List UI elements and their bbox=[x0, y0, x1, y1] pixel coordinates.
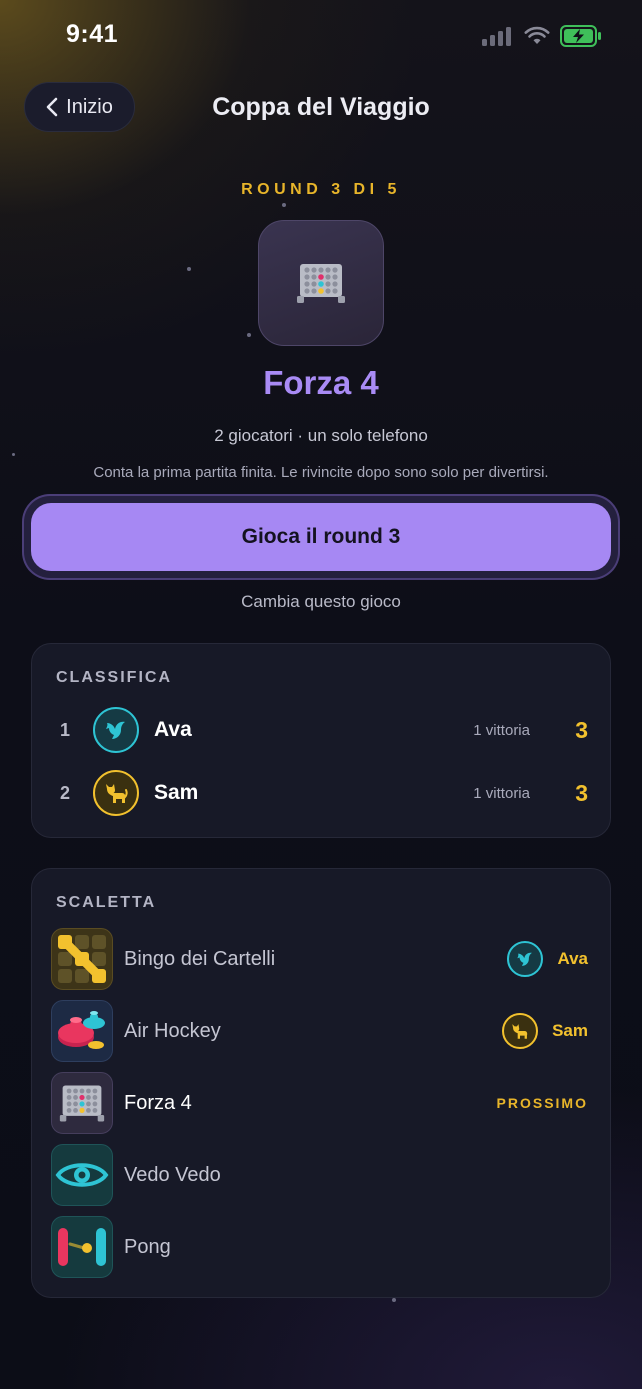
schedule-item-name: Pong bbox=[124, 1235, 171, 1258]
schedule-item-name: Bingo dei Cartelli bbox=[124, 947, 276, 970]
signal-icon bbox=[482, 27, 511, 46]
player-wins: 1 vittoria bbox=[473, 721, 530, 739]
air-hockey-icon bbox=[51, 1000, 113, 1062]
wifi-icon bbox=[524, 26, 550, 44]
schedule-item[interactable]: Vedo Vedo bbox=[32, 1144, 612, 1206]
avatar bbox=[502, 1013, 539, 1049]
schedule-card: SCALETTA Bingo dei Cartelli Ava Air Hock… bbox=[31, 868, 611, 1298]
avatar bbox=[507, 941, 544, 977]
status-time: 9:41 bbox=[66, 20, 119, 48]
leaderboard-title: CLASSIFICA bbox=[56, 669, 172, 686]
schedule-title: SCALETTA bbox=[56, 894, 157, 911]
schedule-winner: Ava bbox=[507, 941, 588, 977]
rank-number: 2 bbox=[60, 782, 71, 803]
decorative-dot bbox=[392, 1298, 396, 1302]
cat-icon bbox=[106, 784, 128, 803]
change-game-link[interactable]: Cambia questo gioco bbox=[0, 592, 642, 612]
player-name: Ava bbox=[154, 718, 192, 741]
bingo-grid-icon bbox=[51, 928, 113, 990]
schedule-item-name: Vedo Vedo bbox=[124, 1163, 221, 1186]
bird-icon bbox=[517, 952, 533, 966]
schedule-item-name: Forza 4 bbox=[124, 1091, 192, 1114]
schedule-winner: Sam bbox=[502, 1013, 588, 1049]
battery-charging-icon bbox=[560, 25, 601, 47]
next-badge: PROSSIMO bbox=[496, 1095, 588, 1111]
leaderboard-row: 1 Ava 1 vittoria 3 bbox=[32, 705, 612, 755]
winner-name: Ava bbox=[557, 949, 588, 968]
avatar bbox=[93, 707, 139, 753]
cat-icon bbox=[512, 1024, 528, 1039]
player-wins: 1 vittoria bbox=[473, 784, 530, 802]
bird-icon bbox=[106, 721, 125, 739]
decorative-dot bbox=[12, 453, 15, 456]
avatar bbox=[93, 770, 139, 816]
pong-icon bbox=[51, 1216, 113, 1278]
player-score: 3 bbox=[575, 779, 588, 806]
decorative-dot bbox=[187, 267, 191, 271]
connect-four-icon bbox=[51, 1072, 113, 1134]
connect-four-icon bbox=[297, 264, 345, 303]
round-label: ROUND 3 DI 5 bbox=[241, 181, 401, 198]
schedule-item-name: Air Hockey bbox=[124, 1019, 221, 1042]
leaderboard-row: 2 Sam 1 vittoria 3 bbox=[32, 768, 612, 818]
current-game-tile bbox=[258, 220, 384, 346]
game-rule-note: Conta la prima partita finita. Le rivinc… bbox=[93, 464, 549, 481]
status-icons bbox=[482, 25, 602, 47]
game-title: Forza 4 bbox=[263, 364, 379, 401]
play-round-button[interactable]: Gioca il round 3 bbox=[31, 503, 611, 571]
game-subtitle: 2 giocatori · un solo telefono bbox=[214, 426, 428, 445]
player-name: Sam bbox=[154, 781, 199, 804]
schedule-item[interactable]: Forza 4 PROSSIMO bbox=[32, 1072, 612, 1134]
winner-name: Sam bbox=[552, 1021, 588, 1040]
schedule-item[interactable]: Bingo dei Cartelli Ava bbox=[32, 928, 612, 990]
decorative-dot bbox=[247, 333, 251, 337]
player-score: 3 bbox=[575, 716, 588, 743]
schedule-item[interactable]: Pong bbox=[32, 1216, 612, 1278]
eye-icon bbox=[51, 1144, 113, 1206]
page-title: Coppa del Viaggio bbox=[212, 93, 430, 121]
decorative-dot bbox=[282, 203, 286, 207]
schedule-item[interactable]: Air Hockey Sam bbox=[32, 1000, 612, 1062]
rank-number: 1 bbox=[60, 719, 71, 740]
leaderboard-card: CLASSIFICA 1 Ava 1 vittoria 3 2 Sam 1 vi… bbox=[31, 643, 611, 838]
